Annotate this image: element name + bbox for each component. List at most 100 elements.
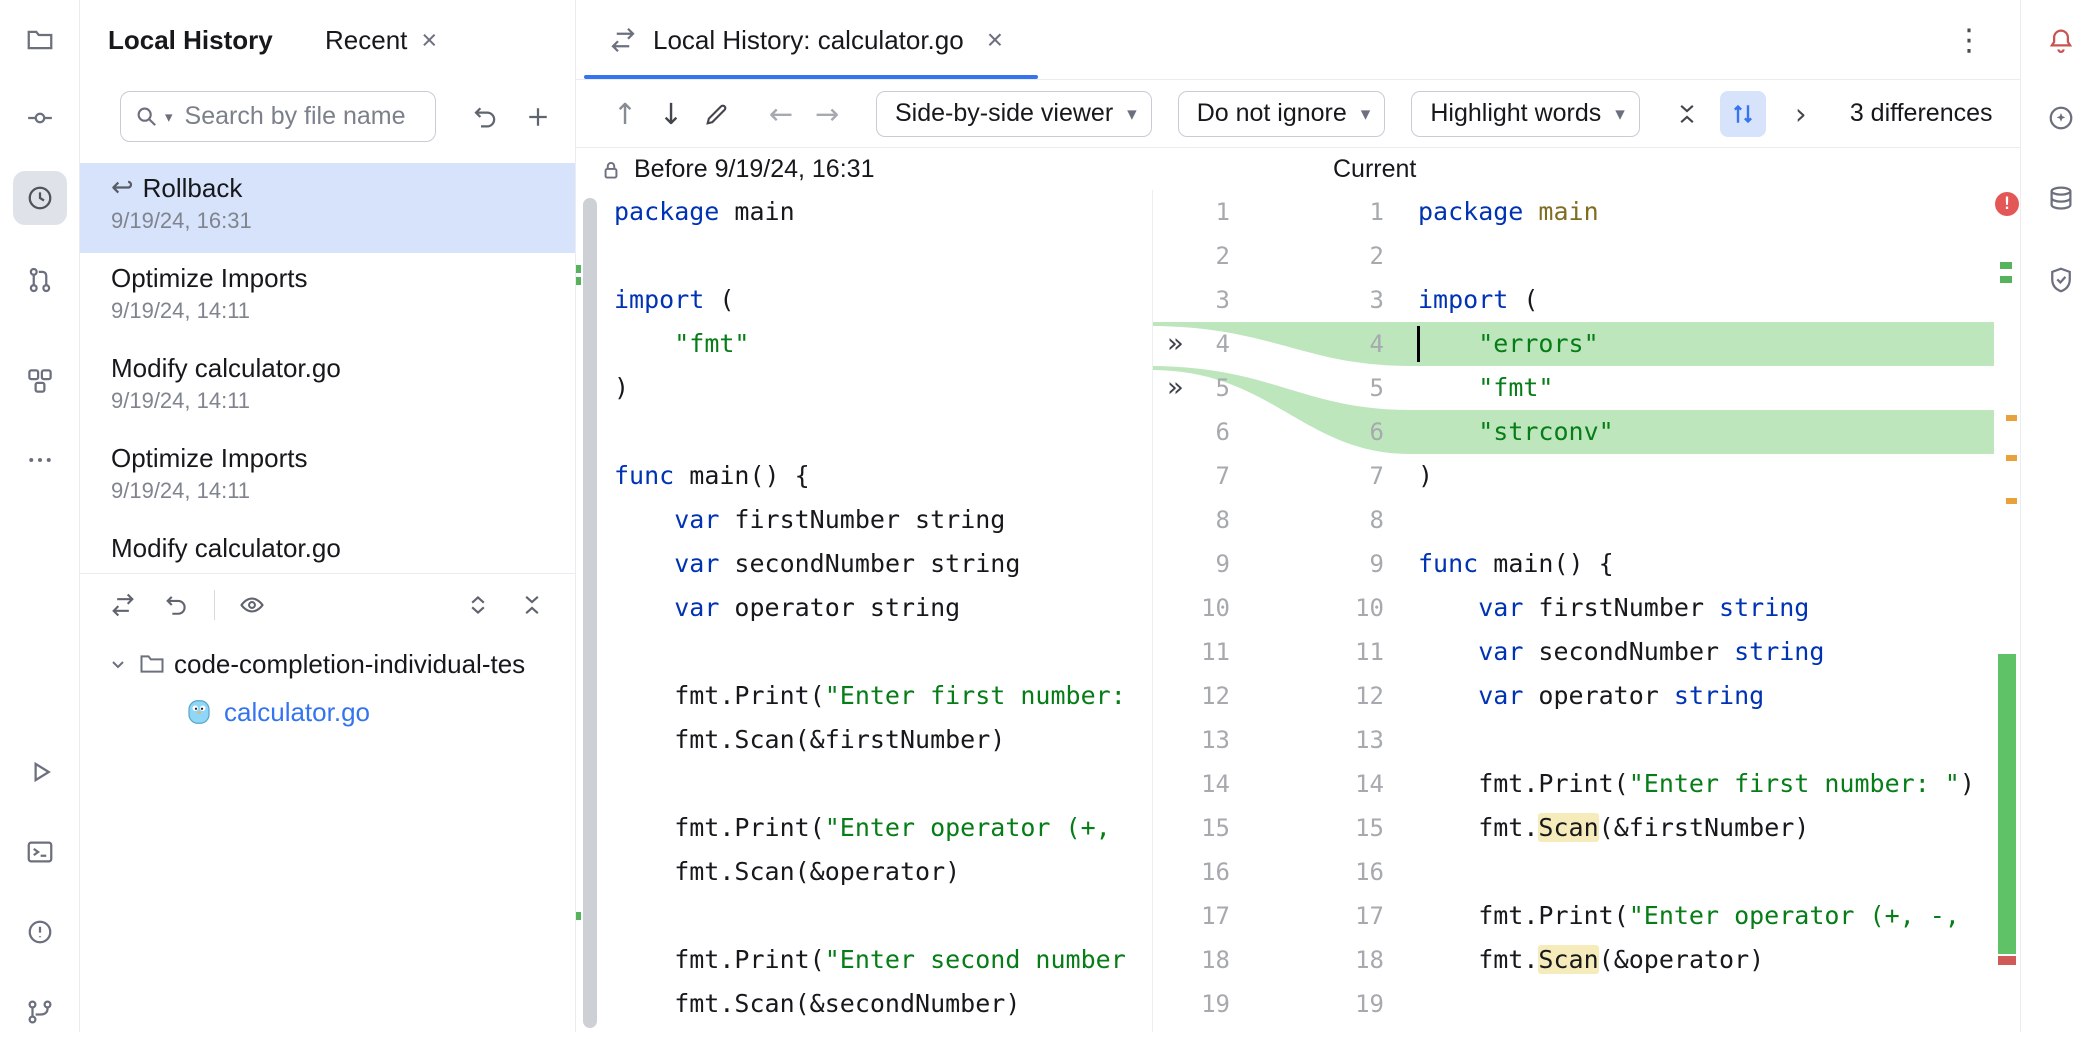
- chevron-down-icon: ▾: [1361, 103, 1371, 125]
- revert-button[interactable]: [463, 94, 509, 140]
- viewer-mode-value: Side-by-side viewer: [895, 99, 1113, 128]
- line-number: 13: [1153, 718, 1384, 762]
- line-number: 15: [1153, 806, 1384, 850]
- line-number: 2: [1153, 234, 1384, 278]
- change-marker-icon[interactable]: »: [1167, 322, 1211, 366]
- code-line: package main: [1410, 190, 1994, 234]
- warning-tick: [2006, 455, 2017, 461]
- history-entry[interactable]: Optimize Imports9/19/24, 14:11: [80, 433, 575, 523]
- history-entry[interactable]: Modify calculator.go9/19/24, 14:11: [80, 343, 575, 433]
- history-entry[interactable]: Optimize Imports9/19/24, 14:11: [80, 253, 575, 343]
- scrollbar-thumb[interactable]: [583, 198, 597, 1028]
- code-line: [614, 894, 1152, 938]
- close-icon[interactable]: ×: [421, 25, 437, 56]
- collapse-all-button[interactable]: [509, 582, 555, 628]
- history-entry-date: 9/19/24, 14:11: [111, 387, 575, 415]
- history-entry[interactable]: ↩Rollback9/19/24, 16:31: [80, 163, 575, 253]
- before-code-pane[interactable]: package mainimport ( "fmt")func main() {…: [602, 190, 1152, 1032]
- terminal-icon[interactable]: [13, 825, 67, 879]
- change-tick: [2000, 276, 2012, 283]
- history-entry-title: Optimize Imports: [111, 261, 308, 295]
- code-line: ): [1410, 454, 1994, 498]
- expand-all-button[interactable]: [455, 582, 501, 628]
- sync-scroll-button[interactable]: [1720, 91, 1766, 137]
- changed-files-tree: code-completion-individual-tes calculato…: [80, 640, 575, 736]
- previous-difference-button[interactable]: ↑: [602, 91, 648, 137]
- highlight-mode-dropdown[interactable]: Highlight words ▾: [1411, 91, 1639, 137]
- before-header: Before 9/19/24, 16:31: [598, 148, 874, 191]
- rollback-button[interactable]: [154, 582, 200, 628]
- line-number: 11: [1153, 630, 1384, 674]
- history-entry-date: 9/19/24, 14:11: [111, 477, 575, 505]
- change-marker-icon[interactable]: »: [1167, 366, 1211, 410]
- line-number: 17: [1153, 894, 1384, 938]
- line-number: 12: [1153, 674, 1384, 718]
- next-difference-button[interactable]: ↓: [648, 91, 694, 137]
- code-line: func main() {: [614, 454, 1152, 498]
- current-code-pane[interactable]: package mainimport ( "errors" "fmt" "str…: [1410, 190, 1994, 1032]
- whitespace-policy-dropdown[interactable]: Do not ignore ▾: [1178, 91, 1386, 137]
- code-line: var firstNumber string: [614, 498, 1152, 542]
- problems-icon[interactable]: [13, 905, 67, 959]
- ai-assistant-icon[interactable]: [2034, 91, 2088, 145]
- add-label-button[interactable]: [515, 94, 561, 140]
- diff-gutter: 12345678910111213141516171819 1234567891…: [1152, 190, 1410, 1032]
- tree-folder-label: code-completion-individual-tes: [174, 649, 525, 680]
- code-line: fmt.Scan(&firstNumber): [1410, 806, 1994, 850]
- tab-recent[interactable]: Recent ×: [325, 0, 437, 80]
- shield-icon[interactable]: [2034, 253, 2088, 307]
- search-input[interactable]: ▾ Search by file name: [120, 91, 436, 142]
- chevron-right-icon[interactable]: ›: [1778, 91, 1824, 137]
- change-tick: [2000, 262, 2012, 269]
- show-diff-button[interactable]: [100, 582, 146, 628]
- line-number: 19: [1153, 982, 1384, 1026]
- editor-tab[interactable]: Local History: calculator.go ×: [584, 0, 1027, 80]
- structure-icon[interactable]: [13, 354, 67, 408]
- more-icon[interactable]: [13, 433, 67, 487]
- forward-button[interactable]: →: [804, 91, 850, 137]
- project-folder-icon[interactable]: [13, 13, 67, 67]
- diff-code-region: package main import ( "fmt") func main() {…: [576, 190, 2020, 1032]
- tree-file-row[interactable]: calculator.go: [80, 688, 575, 736]
- lock-icon: [598, 157, 624, 183]
- error-indicator-icon[interactable]: !: [1995, 192, 2019, 216]
- close-icon[interactable]: ×: [987, 24, 1003, 56]
- database-icon[interactable]: [2034, 171, 2088, 225]
- chevron-down-icon[interactable]: [106, 652, 130, 676]
- run-icon[interactable]: [13, 745, 67, 799]
- notifications-icon[interactable]: [2034, 13, 2088, 67]
- preview-eye-button[interactable]: [229, 582, 275, 628]
- pull-requests-icon[interactable]: [13, 253, 67, 307]
- active-tab-indicator: [584, 75, 1038, 79]
- code-line: package main: [614, 190, 1152, 234]
- back-button[interactable]: ←: [758, 91, 804, 137]
- whitespace-policy-value: Do not ignore: [1197, 99, 1347, 128]
- highlight-mode-value: Highlight words: [1430, 99, 1601, 128]
- local-history-icon[interactable]: [13, 171, 67, 225]
- collapse-unchanged-button[interactable]: [1664, 91, 1710, 137]
- code-line: fmt.Scan(&secondNumber): [614, 982, 1152, 1026]
- code-line: "strconv": [1410, 410, 1994, 454]
- left-pane-scrollbar[interactable]: [576, 190, 602, 1032]
- right-tool-stripe: [2020, 0, 2100, 1032]
- commit-icon[interactable]: [13, 91, 67, 145]
- code-line: "fmt": [1410, 366, 1994, 410]
- history-entry-title: Optimize Imports: [111, 441, 308, 475]
- line-number: 16: [1153, 850, 1384, 894]
- error-stripe[interactable]: !: [1994, 190, 2020, 1032]
- chevron-down-icon: ▾: [1127, 103, 1137, 125]
- tab-local-history[interactable]: Local History: [108, 0, 273, 80]
- more-options-icon[interactable]: ⋮: [1954, 0, 1984, 80]
- code-line: [1410, 498, 1994, 542]
- tree-folder-row[interactable]: code-completion-individual-tes: [80, 640, 575, 688]
- viewer-mode-dropdown[interactable]: Side-by-side viewer ▾: [876, 91, 1152, 137]
- edit-button[interactable]: [694, 91, 740, 137]
- editor-tab-bar: Local History: calculator.go × ⋮: [576, 0, 2020, 80]
- local-history-panel: Local History Recent × ▾ Search by file …: [80, 0, 576, 1032]
- version-control-icon[interactable]: [13, 985, 67, 1039]
- code-line: fmt.Print("Enter first number: "): [1410, 762, 1994, 806]
- tree-file-label: calculator.go: [224, 697, 370, 728]
- search-icon: [133, 103, 161, 131]
- code-line: import (: [614, 278, 1152, 322]
- divider: [214, 590, 215, 620]
